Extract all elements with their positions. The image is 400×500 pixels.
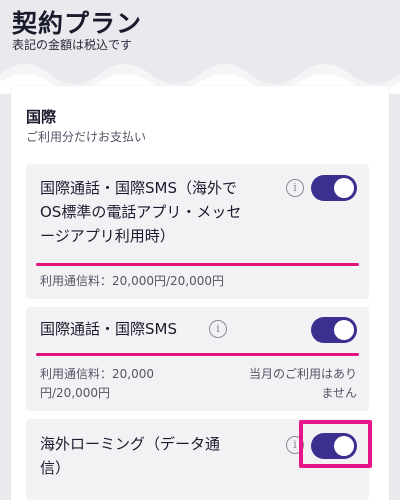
section-title: 国際 bbox=[26, 108, 57, 126]
toggle-switch[interactable] bbox=[311, 317, 357, 343]
usage-bar bbox=[36, 263, 359, 266]
usage-note: 当月のご利用はあり ません bbox=[248, 367, 357, 400]
card-intl-call-sms-os: 国際通話・国際SMS（海外で OS標準の電話アプリ・メッセ ージアプリ利用時） … bbox=[26, 164, 369, 299]
card-roaming-data: 海外ローミング（データ通 信） i bbox=[26, 419, 372, 500]
card-title: 海外ローミング（データ通 信） bbox=[40, 435, 221, 477]
usage-text: 利用通信料：20,000 円/20,000円 bbox=[40, 367, 154, 400]
header: 契約プラン 表記の金額は税込です bbox=[0, 0, 400, 94]
usage-bar bbox=[36, 353, 359, 356]
info-icon[interactable]: i bbox=[286, 179, 304, 197]
toggle-knob bbox=[334, 320, 354, 340]
toggle-knob bbox=[334, 178, 354, 198]
section-subtitle: ご利用分だけお支払い bbox=[26, 130, 147, 144]
highlight-box bbox=[299, 420, 372, 468]
usage-text: 利用通信料：20,000円/20,000円 bbox=[40, 274, 225, 288]
card-intl-call-sms: 国際通話・国際SMS i 利用通信料：20,000 円/20,000円 当月のご… bbox=[26, 307, 369, 411]
card-title: 国際通話・国際SMS（海外で OS標準の電話アプリ・メッセ ージアプリ利用時） bbox=[40, 179, 242, 245]
page-title: 契約プラン bbox=[12, 9, 143, 38]
card-title: 国際通話・国際SMS bbox=[40, 320, 177, 338]
toggle-switch[interactable] bbox=[311, 175, 357, 201]
info-icon[interactable]: i bbox=[209, 320, 227, 338]
plan-panel: 国際 ご利用分だけお支払い 国際通話・国際SMS（海外で OS標準の電話アプリ・… bbox=[11, 86, 389, 500]
